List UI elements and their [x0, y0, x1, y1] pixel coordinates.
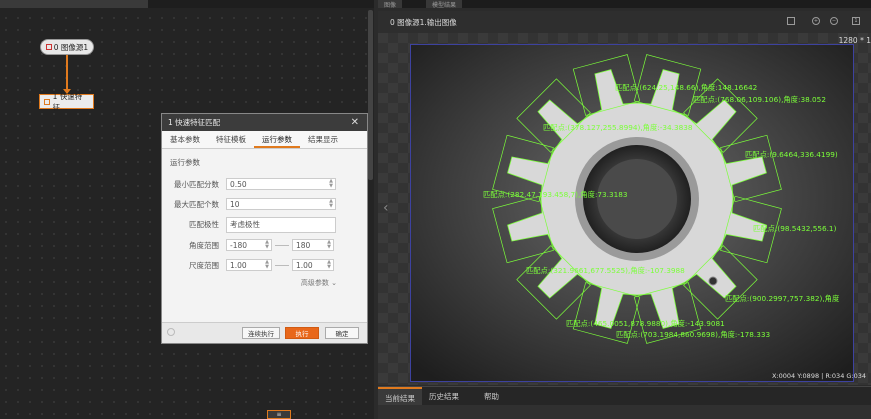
node-label: 0 图像源1 — [53, 42, 89, 52]
tab-image[interactable]: 图像 — [378, 0, 403, 9]
close-icon[interactable]: ✕ — [351, 114, 359, 131]
max-count-input[interactable]: 10 ▲ ▼ — [226, 198, 336, 210]
dialog-title: 1 快速特征匹配 — [168, 118, 221, 127]
min-score-row: 最小匹配分数 0.50 ▲ ▼ — [162, 177, 367, 191]
resolution-readout: 1280 * 1 — [838, 36, 871, 45]
max-count-label: 最大匹配个数 — [174, 199, 219, 209]
zoom-in-icon[interactable]: + — [812, 17, 820, 25]
ok-button[interactable]: 确定 — [325, 327, 359, 339]
run-button[interactable]: 执行 — [285, 327, 319, 339]
angle-max-input[interactable]: 180 ▲ ▼ — [292, 239, 334, 251]
dialog-footer: 连续执行 执行 确定 — [162, 322, 367, 343]
actual-size-icon[interactable]: 1 — [852, 17, 860, 25]
match-result-label: 匹配点:(465.0051,878.9880),角度:-143.9081 — [566, 319, 725, 328]
prev-image-icon[interactable]: ‹ — [383, 200, 389, 216]
viewer-title: 0 图像源1.输出图像 — [390, 18, 457, 27]
match-result-label: 匹配点:(900.2997,757.382),角度 — [725, 294, 840, 303]
feature-match-icon — [44, 98, 50, 105]
canvas-bottom-handle[interactable]: ≡ — [267, 410, 291, 419]
angle-range-label: 角度范围 — [189, 240, 219, 250]
polarity-label: 匹配极性 — [189, 220, 219, 229]
tab-current-result[interactable]: 当前结果 — [378, 387, 422, 406]
dialog-titlebar[interactable]: 1 快速特征匹配 ✕ — [162, 114, 367, 131]
tab-help[interactable]: 帮助 — [477, 387, 506, 406]
fit-icon[interactable] — [787, 17, 795, 25]
hub-inner — [597, 159, 677, 239]
match-result-label: 匹配点:(703.1984,860.9698),角度:-178.333 — [616, 330, 771, 339]
section-title: 运行参数 — [170, 158, 200, 167]
spinner-icon[interactable]: ▲ ▼ — [329, 199, 333, 209]
angle-max-value: 180 — [296, 240, 311, 250]
min-score-value: 0.50 — [230, 179, 247, 189]
viewer-toolbar: 0 图像源1.输出图像 + − 1 — [378, 11, 871, 33]
range-separator — [275, 244, 289, 246]
scale-max-value: 1.00 — [296, 260, 313, 270]
match-result-label: 匹配点:(378.127,255.8994),角度:-34.3838 — [543, 123, 693, 132]
scale-range-row: 尺度范围 1.00 ▲ ▼ 1.00 ▲ ▼ — [162, 258, 367, 272]
flow-node-image-source[interactable]: 0 图像源1 — [40, 39, 94, 55]
scale-min-value: 1.00 — [230, 260, 247, 270]
hole — [708, 276, 718, 286]
flow-node-feature-match[interactable]: 1 快速特征... — [39, 92, 94, 112]
run-continuous-button[interactable]: 连续执行 — [242, 327, 280, 339]
image-display[interactable]: 匹配点:(624.25,148.66),角度:148.16642 匹配点:(768… — [410, 44, 854, 382]
canvas-top-strip — [0, 0, 374, 8]
pixel-status: X:0004 Y:0898 | R:034 G:034 — [772, 372, 867, 380]
canvas-scrollbar[interactable] — [368, 10, 373, 180]
max-count-value: 10 — [230, 199, 240, 209]
polarity-select[interactable]: 考虑极性 — [226, 216, 336, 233]
polarity-value: 考虑极性 — [230, 220, 260, 229]
dialog-tabs: 基本参数 特征模板 运行参数 结果显示 — [162, 131, 367, 149]
spinner-icon[interactable]: ▲ ▼ — [265, 260, 269, 270]
spinner-icon[interactable]: ▲ ▼ — [329, 179, 333, 189]
node-label: 1 快速特征... — [52, 91, 83, 112]
gear-image: 匹配点:(624.25,148.66),角度:148.16642 匹配点:(768… — [411, 45, 853, 381]
tab-model-result[interactable]: 模型结果 — [426, 0, 463, 9]
spinner-icon[interactable]: ▲ ▼ — [265, 240, 269, 250]
tab-feature-template[interactable]: 特征模板 — [208, 131, 254, 148]
scale-min-input[interactable]: 1.00 ▲ ▼ — [226, 259, 272, 271]
match-result-label: 匹配点:(9.6464,336.4199) — [745, 150, 838, 159]
tab-basic-params[interactable]: 基本参数 — [162, 131, 208, 148]
refresh-icon[interactable] — [167, 328, 175, 336]
match-result-label: 匹配点:(321.9661,677.5525),角度:-107.3988 — [526, 266, 685, 275]
angle-range-row: 角度范围 -180 ▲ ▼ 180 ▲ ▼ — [162, 238, 367, 252]
match-result-label: 匹配点:(624.25,148.66),角度:148.16642 — [615, 83, 757, 92]
advanced-params-toggle[interactable]: 高级参数 ⌄ — [301, 278, 337, 288]
zoom-out-icon[interactable]: − — [830, 17, 838, 25]
tab-run-params[interactable]: 运行参数 — [254, 131, 300, 148]
bottom-tabs: 当前结果 历史结果 帮助 — [378, 386, 871, 406]
angle-min-value: -180 — [230, 240, 248, 250]
max-count-row: 最大匹配个数 10 ▲ ▼ — [162, 197, 367, 211]
spinner-icon[interactable]: ▲ ▼ — [327, 240, 331, 250]
polarity-row: 匹配极性 考虑极性 — [162, 216, 367, 233]
match-result-label: 匹配点:(282.47,193.458,7),角度:73.3183 — [483, 190, 628, 199]
scale-max-input[interactable]: 1.00 ▲ ▼ — [292, 259, 334, 271]
angle-min-input[interactable]: -180 ▲ ▼ — [226, 239, 272, 251]
range-separator — [275, 264, 289, 266]
match-result-label: 匹配点:(98.5432,556.1) — [753, 224, 837, 233]
min-score-input[interactable]: 0.50 ▲ ▼ — [226, 178, 336, 190]
spinner-icon[interactable]: ▲ ▼ — [327, 260, 331, 270]
tab-history-result[interactable]: 历史结果 — [422, 387, 466, 406]
scale-range-label: 尺度范围 — [189, 260, 219, 270]
flow-connector — [66, 55, 68, 93]
tab-result-display[interactable]: 结果显示 — [300, 131, 346, 148]
viewer-header-tabs: 图像 模型结果 — [378, 0, 871, 9]
feature-match-dialog: 1 快速特征匹配 ✕ 基本参数 特征模板 运行参数 结果显示 运行参数 最小匹配… — [161, 113, 368, 344]
match-result-label: 匹配点:(768.06,109.106),角度:38.052 — [693, 95, 826, 104]
result-panel — [378, 405, 871, 419]
image-source-icon — [45, 44, 52, 50]
min-score-label: 最小匹配分数 — [174, 179, 219, 189]
